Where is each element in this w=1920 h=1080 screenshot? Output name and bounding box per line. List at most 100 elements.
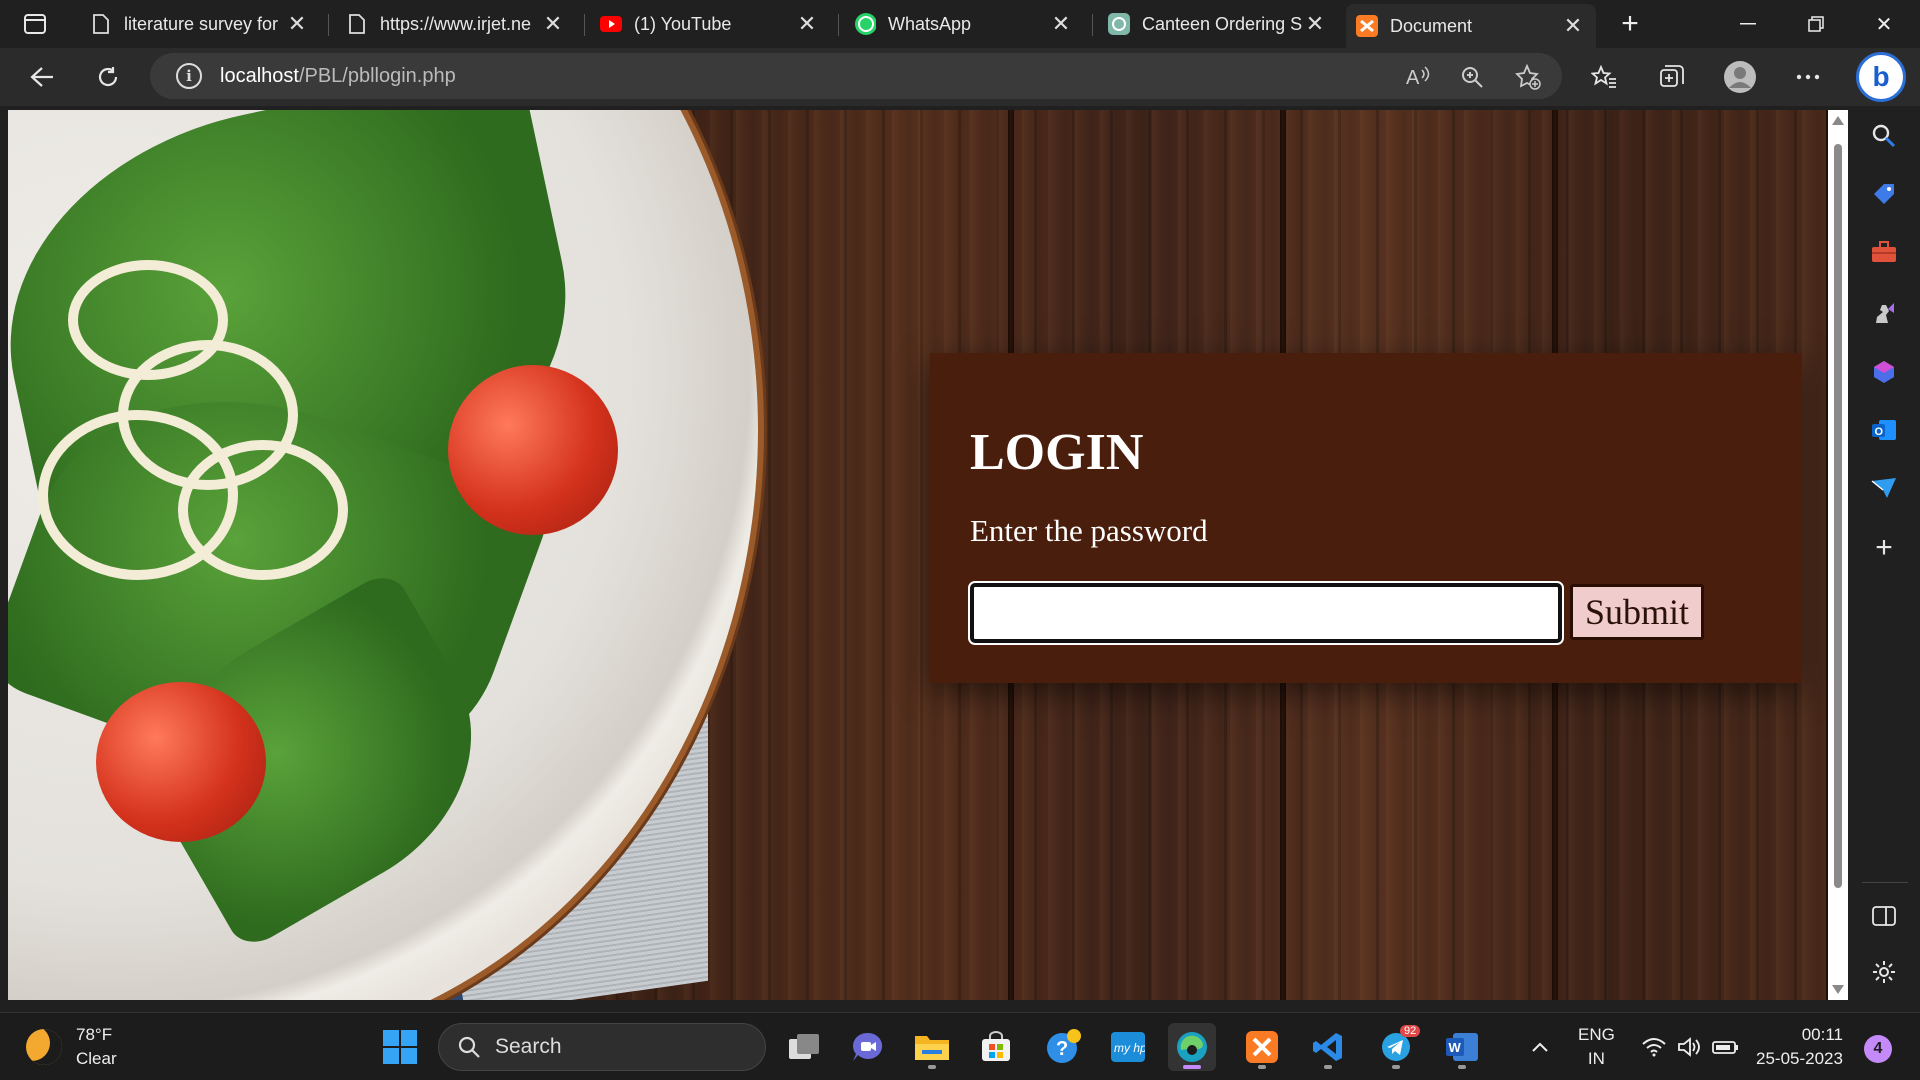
- taskbar-search[interactable]: Search: [438, 1023, 766, 1071]
- tab-document[interactable]: Document ✕: [1346, 4, 1596, 48]
- tab-actions-icon: [24, 14, 46, 34]
- vscode-icon[interactable]: [1304, 1023, 1352, 1071]
- url-host: localhost: [220, 64, 299, 87]
- address-bar[interactable]: i localhost/PBL/pbllogin.php A: [150, 53, 1562, 99]
- search-label: Search: [495, 1035, 562, 1058]
- running-indicator: [1458, 1065, 1466, 1069]
- teams-chat-icon[interactable]: [844, 1023, 892, 1071]
- bing-copilot-icon[interactable]: b: [1856, 52, 1906, 102]
- profile-avatar-icon[interactable]: [1722, 59, 1758, 95]
- tab-canteen-ordering[interactable]: Canteen Ordering S ✕: [1098, 6, 1338, 42]
- microsoft-365-icon[interactable]: [1866, 354, 1902, 390]
- clock[interactable]: 00:11 25-05-2023: [1756, 1023, 1843, 1071]
- clock-time: 00:11: [1801, 1025, 1843, 1044]
- games-chess-icon[interactable]: [1866, 294, 1902, 330]
- taskbar: 78°F Clear Search ? my hp 92 W ENG IN 00…: [0, 1012, 1920, 1080]
- xampp-icon: [1356, 15, 1378, 37]
- weather-desc: Clear: [76, 1049, 117, 1068]
- tab-irjet[interactable]: https://www.irjet.ne ✕: [336, 6, 576, 42]
- back-arrow-icon[interactable]: [24, 59, 60, 95]
- favorites-icon[interactable]: [1586, 59, 1622, 95]
- telegram-icon[interactable]: 92: [1372, 1023, 1421, 1071]
- read-aloud-icon[interactable]: A: [1402, 61, 1434, 93]
- tab-literature-survey[interactable]: literature survey for ✕: [80, 6, 320, 42]
- login-card: LOGIN Enter the password Submit: [930, 353, 1802, 683]
- tab-title: Canteen Ordering S: [1142, 13, 1302, 34]
- youtube-icon: [600, 13, 622, 35]
- document-icon: [346, 13, 368, 35]
- show-hidden-icons-chevron-icon[interactable]: [1516, 1023, 1564, 1071]
- task-view-icon[interactable]: [780, 1023, 828, 1071]
- close-icon[interactable]: ✕: [1302, 11, 1328, 37]
- tools-briefcase-icon[interactable]: [1866, 234, 1902, 270]
- password-prompt: Enter the password: [970, 513, 1208, 548]
- start-windows-icon[interactable]: [376, 1023, 424, 1071]
- myhp-icon[interactable]: my hp: [1104, 1023, 1152, 1071]
- more-options-icon[interactable]: [1790, 59, 1826, 95]
- new-tab-plus-icon[interactable]: +: [1614, 7, 1646, 40]
- add-sidebar-app-plus-icon[interactable]: +: [1866, 530, 1902, 566]
- tab-separator: [328, 14, 329, 36]
- page-viewport: LOGIN Enter the password Submit: [8, 110, 1828, 1000]
- tab-title: Document: [1390, 15, 1473, 36]
- running-indicator: [1392, 1065, 1400, 1069]
- tab-strip: literature survey for ✕ https://www.irje…: [0, 0, 1920, 48]
- drop-send-icon[interactable]: [1866, 470, 1902, 506]
- chatgpt-icon: [1108, 13, 1130, 35]
- active-indicator: [1183, 1065, 1201, 1069]
- zoom-icon[interactable]: [1456, 61, 1488, 93]
- whatsapp-icon: [854, 13, 876, 35]
- notification-badge[interactable]: 4: [1864, 1035, 1892, 1063]
- battery-icon[interactable]: [1702, 1023, 1750, 1071]
- settings-gear-icon[interactable]: [1866, 954, 1902, 990]
- close-icon[interactable]: ✕: [540, 11, 566, 37]
- svg-text:A: A: [1406, 67, 1420, 89]
- close-icon[interactable]: ✕: [284, 11, 310, 37]
- scroll-up-arrow-icon[interactable]: [1832, 116, 1844, 125]
- search-icon[interactable]: [1866, 118, 1902, 154]
- split-screen-icon[interactable]: [1866, 898, 1902, 934]
- tomato: [448, 365, 618, 535]
- add-favorite-icon[interactable]: [1512, 61, 1544, 93]
- site-info-icon[interactable]: i: [176, 63, 202, 89]
- restore-icon[interactable]: [1788, 4, 1844, 44]
- close-icon[interactable]: ✕: [1560, 13, 1586, 39]
- get-help-icon[interactable]: ?: [1040, 1023, 1088, 1071]
- scroll-thumb[interactable]: [1834, 144, 1842, 888]
- tab-youtube[interactable]: (1) YouTube ✕: [590, 6, 830, 42]
- microsoft-store-icon[interactable]: [972, 1023, 1020, 1071]
- close-icon[interactable]: ✕: [1048, 11, 1074, 37]
- document-icon: [90, 13, 112, 35]
- pasta: [178, 440, 348, 580]
- url-path: /PBL/pbllogin.php: [298, 64, 456, 87]
- language-indicator[interactable]: ENG IN: [1578, 1023, 1615, 1071]
- login-title: LOGIN: [970, 424, 1144, 481]
- minimize-icon[interactable]: [1720, 4, 1776, 44]
- edge-browser-icon[interactable]: [1168, 1023, 1216, 1071]
- file-explorer-icon[interactable]: [908, 1023, 956, 1071]
- region-code: IN: [1587, 1049, 1605, 1068]
- svg-text:O: O: [1875, 426, 1884, 438]
- tab-separator: [838, 14, 839, 36]
- word-icon[interactable]: W: [1438, 1023, 1486, 1071]
- page-scrollbar[interactable]: [1828, 110, 1848, 1000]
- shopping-tag-icon[interactable]: [1866, 176, 1902, 212]
- tab-actions-button[interactable]: [14, 10, 56, 38]
- tab-whatsapp[interactable]: WhatsApp ✕: [844, 6, 1084, 42]
- scroll-down-arrow-icon[interactable]: [1832, 985, 1844, 994]
- refresh-icon[interactable]: [90, 59, 126, 95]
- collections-icon[interactable]: [1654, 59, 1690, 95]
- tab-title: (1) YouTube: [634, 13, 732, 34]
- svg-text:?: ?: [1056, 1038, 1068, 1060]
- xampp-icon[interactable]: [1238, 1023, 1286, 1071]
- close-icon[interactable]: ✕: [794, 11, 820, 37]
- edge-sidebar: O +: [1850, 106, 1920, 1012]
- weather-widget[interactable]: 78°F Clear: [26, 1023, 117, 1071]
- url-text[interactable]: localhost/PBL/pbllogin.php: [220, 65, 456, 88]
- submit-button[interactable]: Submit: [1570, 584, 1704, 640]
- svg-text:my hp: my hp: [1114, 1041, 1145, 1055]
- password-input[interactable]: [968, 581, 1564, 645]
- outlook-icon[interactable]: O: [1866, 412, 1902, 448]
- window-close-icon[interactable]: ✕: [1856, 4, 1912, 44]
- tab-title: WhatsApp: [888, 13, 972, 34]
